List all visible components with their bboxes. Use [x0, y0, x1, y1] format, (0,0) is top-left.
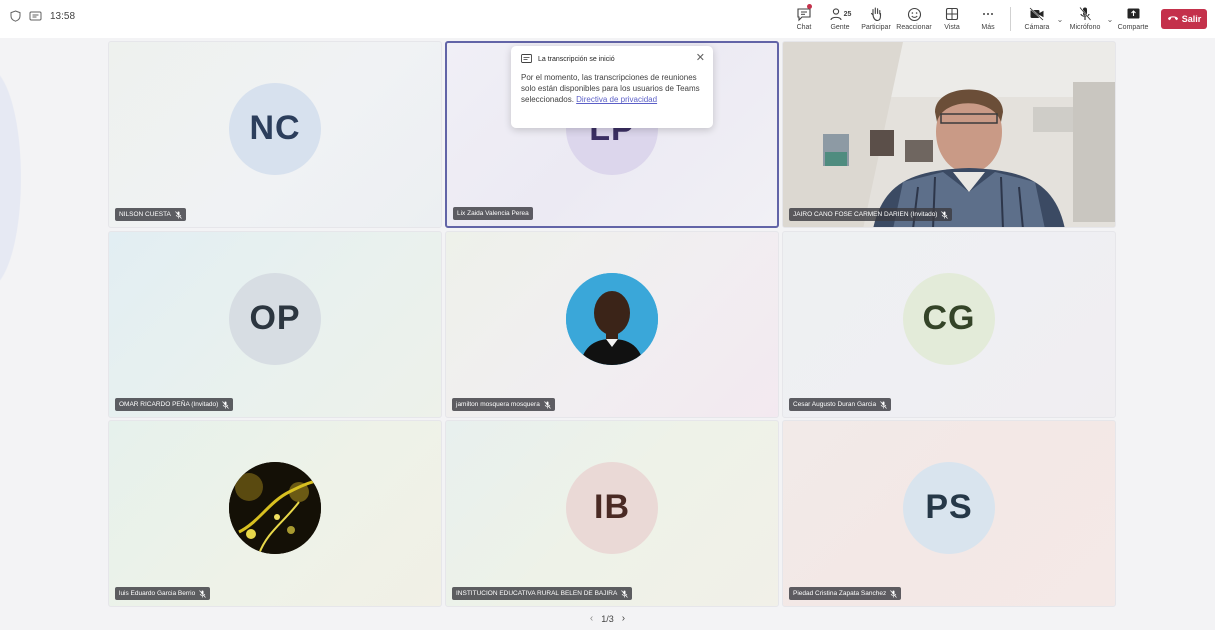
- transcript-status-icon[interactable]: [29, 11, 42, 22]
- leave-label: Salir: [1181, 14, 1202, 24]
- participant-tile[interactable]: CG Cesar Augusto Duran Garcia: [782, 231, 1116, 418]
- phone-hangup-icon: [1167, 14, 1179, 24]
- participant-tile[interactable]: OP OMAR RICARDO PEÑA (Invitado): [108, 231, 442, 418]
- toolbar-divider: [1010, 7, 1011, 31]
- participant-name: luis Eduardo Garcia Berrio: [119, 590, 196, 597]
- people-count: 25: [843, 10, 852, 18]
- mic-muted-icon: [222, 400, 230, 409]
- grid-pager: ‹ 1/3 ›: [0, 613, 1215, 624]
- microphone-button[interactable]: Micrófono: [1065, 3, 1105, 35]
- notification-body: Por el momento, las transcripciones de r…: [521, 72, 703, 106]
- close-icon[interactable]: ✕: [696, 53, 705, 64]
- participant-nametag: jamilton mosquera mosquera: [452, 398, 555, 411]
- background-decoration: [0, 38, 30, 318]
- participant-avatar: NC: [229, 82, 321, 175]
- participant-name: jamilton mosquera mosquera: [456, 401, 540, 408]
- people-icon: [830, 8, 842, 21]
- participant-name: OMAR RICARDO PEÑA (Invitado): [119, 401, 219, 408]
- mic-muted-icon: [890, 589, 898, 598]
- shield-icon: [10, 10, 21, 22]
- more-button[interactable]: Más: [970, 3, 1006, 35]
- transcription-notification: La transcripción se inició ✕ Por el mome…: [511, 46, 713, 128]
- mic-muted-icon: [941, 210, 949, 219]
- participant-avatar: IB: [566, 461, 658, 554]
- participant-avatar: CG: [903, 272, 995, 365]
- more-icon: [981, 5, 995, 23]
- chat-button[interactable]: Chat: [786, 3, 822, 35]
- participant-name: JAIRO CANO FOSE CARMEN DARIEN (Invitado): [793, 211, 938, 218]
- participant-name: Cesar Augusto Duran Garcia: [793, 401, 877, 408]
- page-indicator: 1/3: [601, 613, 614, 624]
- raise-hand-button[interactable]: Participar: [858, 3, 894, 35]
- react-label: Reaccionar: [896, 24, 932, 31]
- participant-nametag: OMAR RICARDO PEÑA (Invitado): [115, 398, 234, 411]
- mic-muted-icon: [175, 210, 182, 219]
- mic-muted-icon: [880, 400, 887, 409]
- react-button[interactable]: Reaccionar: [894, 3, 934, 35]
- transcript-icon: [521, 54, 532, 65]
- participant-tile[interactable]: NC NILSON CUESTA: [108, 41, 442, 228]
- participant-name: NILSON CUESTA: [119, 211, 171, 218]
- participant-nametag: Cesar Augusto Duran Garcia: [789, 398, 892, 411]
- participant-tile[interactable]: luis Eduardo Garcia Berrio: [108, 420, 442, 607]
- participant-avatar: PS: [903, 461, 995, 554]
- participant-name: Piedad Cristina Zapata Sanchez: [793, 590, 887, 597]
- mic-off-icon: [1078, 5, 1092, 23]
- grid-view-icon: [945, 5, 959, 23]
- participant-tile[interactable]: PS Piedad Cristina Zapata Sanchez: [782, 420, 1116, 607]
- chat-label: Chat: [796, 24, 812, 31]
- profile-photo: [566, 272, 658, 365]
- participant-nametag: NILSON CUESTA: [115, 208, 186, 221]
- participant-tile[interactable]: IB INSTITUCION EDUCATIVA RURAL BELEN DE …: [445, 420, 779, 607]
- mic-muted-icon: [544, 400, 551, 409]
- hand-icon: [869, 5, 883, 23]
- participant-photo: [566, 272, 658, 365]
- profile-photo: [229, 461, 321, 554]
- notification-header: La transcripción se inició: [521, 54, 703, 65]
- participant-avatar: OP: [229, 272, 321, 365]
- view-label: Vista: [944, 24, 960, 31]
- participant-nametag: JAIRO CANO FOSE CARMEN DARIEN (Invitado): [789, 208, 953, 221]
- people-button[interactable]: 25 Gente: [822, 3, 858, 35]
- participant-video-feed: [783, 42, 1115, 227]
- toolbar-actions: Chat 25 Gente Participar Reaccionar Vist…: [786, 3, 1207, 35]
- participant-nametag: INSTITUCION EDUCATIVA RURAL BELEN DE BAJ…: [452, 587, 633, 600]
- meeting-timer: 13:58: [50, 10, 76, 22]
- participant-name: INSTITUCION EDUCATIVA RURAL BELEN DE BAJ…: [456, 590, 618, 597]
- camera-label: Cámara: [1024, 24, 1050, 31]
- notification-title: La transcripción se inició: [538, 56, 615, 63]
- more-label: Más: [981, 24, 995, 31]
- people-icon-wrap: 25: [829, 5, 852, 23]
- next-page-chevron-icon[interactable]: ›: [622, 613, 625, 624]
- participant-nametag: luis Eduardo Garcia Berrio: [115, 587, 211, 600]
- people-label: Gente: [830, 24, 850, 31]
- unread-badge: [807, 4, 812, 9]
- participant-photo: [229, 461, 321, 554]
- share-label: Comparte: [1117, 24, 1149, 31]
- mic-muted-icon: [621, 589, 629, 598]
- microphone-label: Micrófono: [1069, 24, 1101, 31]
- camera-options-chevron-icon[interactable]: ⌄: [1055, 3, 1065, 35]
- participant-tile-video[interactable]: JAIRO CANO FOSE CARMEN DARIEN (Invitado): [782, 41, 1116, 228]
- raise-hand-label: Participar: [861, 24, 891, 31]
- meeting-info: 13:58: [10, 10, 75, 22]
- participant-nametag: Piedad Cristina Zapata Sanchez: [789, 587, 902, 600]
- participant-tile[interactable]: jamilton mosquera mosquera: [445, 231, 779, 418]
- share-button[interactable]: Comparte: [1115, 3, 1151, 35]
- privacy-policy-link[interactable]: Directiva de privacidad: [576, 95, 657, 104]
- participant-name: Lix Zaida Valencia Perea: [457, 210, 529, 217]
- microphone-options-chevron-icon[interactable]: ⌄: [1105, 3, 1115, 35]
- camera-button[interactable]: Cámara: [1019, 3, 1055, 35]
- camera-off-icon: [1029, 5, 1045, 23]
- emoji-icon: [907, 5, 922, 23]
- previous-page-chevron-icon[interactable]: ‹: [590, 613, 593, 624]
- meeting-toolbar: 13:58 Chat 25 Gente Participar Reacciona…: [0, 0, 1215, 38]
- share-screen-icon: [1126, 5, 1141, 23]
- participant-nametag: Lix Zaida Valencia Perea: [453, 207, 533, 220]
- mic-muted-icon: [199, 589, 207, 598]
- view-button[interactable]: Vista: [934, 3, 970, 35]
- leave-button[interactable]: Salir: [1161, 9, 1207, 29]
